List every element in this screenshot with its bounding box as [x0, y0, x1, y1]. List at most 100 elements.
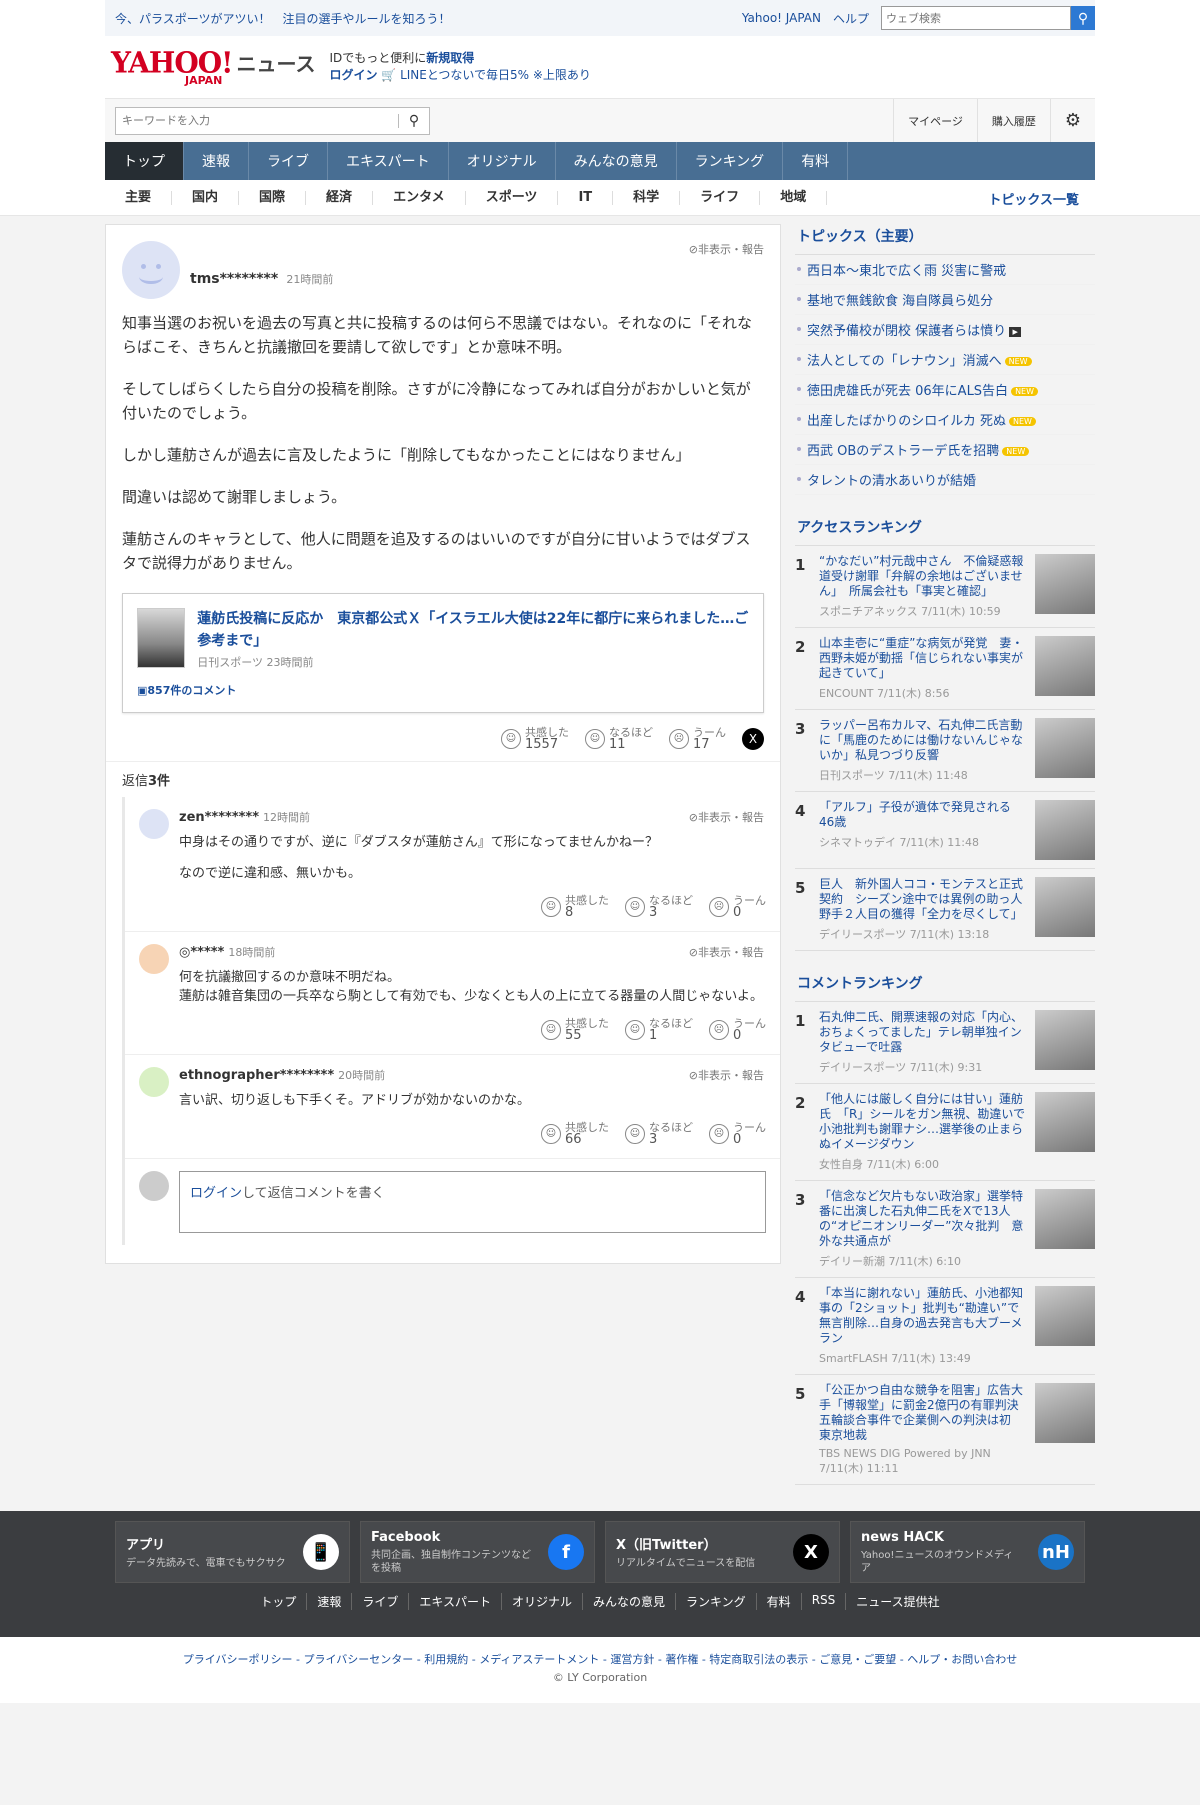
footer-link[interactable]: みんなの意見 [583, 1593, 677, 1610]
topic-item[interactable]: 徳田虎雄氏が死去 06年にALS告白 NEW [795, 375, 1095, 405]
hide-report-button[interactable]: ⊘非表示・報告 [689, 944, 764, 960]
yahoo-logo[interactable]: YAHOO! JAPAN [111, 47, 233, 85]
signup-link[interactable]: 新規取得 [426, 51, 474, 65]
search-icon[interactable]: ⚲ [399, 113, 429, 129]
help-link[interactable]: ヘルプ [833, 10, 869, 27]
tab-4[interactable]: オリジナル [449, 142, 556, 180]
x-share-icon[interactable]: X [742, 728, 764, 750]
tab-7[interactable]: 有料 [783, 142, 849, 180]
purchase-history-link[interactable]: 購入履歴 [976, 98, 1050, 143]
footer-link[interactable]: トップ [250, 1593, 308, 1610]
footer-app-card[interactable]: news HACK Yahoo!ニュースのオウンドメディア nH [850, 1521, 1085, 1583]
footer-link[interactable]: 速報 [307, 1593, 353, 1610]
ranking-item[interactable]: 2 山本圭壱に“重症”な病気が発覚 妻・西野未姫が動揺「信じられない事実が起きてい… [795, 628, 1095, 710]
reaction-nod-button[interactable]: ☺ なるほど 3 [625, 895, 693, 919]
article-title[interactable]: 蓮舫氏投稿に反応か 東京都公式Ｘ「イスラエル大使は22年に都庁に来られました…ご… [197, 608, 749, 652]
tab-3[interactable]: エキスパート [328, 142, 449, 180]
web-search-button[interactable]: ⚲ [1071, 6, 1095, 30]
rank-title[interactable]: 「アルフ」子役が遺体で発見される 46歳 [819, 800, 1027, 830]
tab-2[interactable]: ライブ [249, 142, 328, 180]
footer-link[interactable]: RSS [802, 1593, 847, 1610]
article-card[interactable]: 蓮舫氏投稿に反応か 東京都公式Ｘ「イスラエル大使は22年に都庁に来られました…ご… [122, 593, 764, 713]
ranking-item[interactable]: 4 「アルフ」子役が遺体で発見される 46歳 シネマトゥデイ 7/11(木) 11:… [795, 792, 1095, 869]
reply-user[interactable]: zen******** [179, 810, 259, 825]
comment-user[interactable]: tms******** [190, 271, 278, 287]
category-7[interactable]: 科学 [613, 191, 681, 205]
rank-title[interactable]: 「公正かつ自由な競争を阻害」広告大手「博報堂」に罰金2億円の有罪判決 五輪談合事… [819, 1383, 1031, 1443]
topic-item[interactable]: 出産したばかりのシロイルカ 死ぬ NEW [795, 405, 1095, 435]
ranking-item[interactable]: 3 「信念など欠片もない政治家」選挙特番に出演した石丸伸二氏をXで13人の“オピニ… [795, 1181, 1095, 1278]
category-9[interactable]: 地域 [760, 191, 828, 205]
reaction-nod-button[interactable]: ☺ なるほど 1 [625, 1018, 693, 1042]
tab-5[interactable]: みんなの意見 [556, 142, 677, 180]
article-comments-link[interactable]: ▣857件のコメント [137, 682, 749, 698]
reaction-hmm-button[interactable]: ☹ うーん 17 [669, 727, 726, 751]
footer-app-card[interactable]: X（旧Twitter） リアルタイムでニュースを配信 X [605, 1521, 840, 1583]
ranking-item[interactable]: 5 巨人 新外国人ココ・モンテスと正式契約 シーズン途中では異例の助っ人野手２人目… [795, 869, 1095, 951]
footer-link[interactable]: ニュース提供社 [846, 1593, 949, 1610]
footer-app-card[interactable]: アプリ データ先読みで、電車でもサクサク 📱 [115, 1521, 350, 1583]
news-label[interactable]: ニュース [236, 48, 315, 77]
ranking-item[interactable]: 3 ラッパー呂布カルマ、石丸伸二氏言動に「馬鹿のためには働けないんじゃないか」私見… [795, 710, 1095, 792]
footer-link[interactable]: ランキング [676, 1593, 757, 1610]
rank-title[interactable]: ラッパー呂布カルマ、石丸伸二氏言動に「馬鹿のためには働けないんじゃないか」私見つ… [819, 718, 1027, 763]
footer-link[interactable]: オリジナル [502, 1593, 584, 1610]
ranking-item[interactable]: 1 “かなだい”村元哉中さん 不倫疑惑報道受け謝罪「弁解の余地はございません」 所… [795, 546, 1095, 628]
rank-title[interactable]: 山本圭壱に“重症”な病気が発覚 妻・西野未姫が動揺「信じられない事実が起きていて… [819, 636, 1027, 681]
rank-title[interactable]: “かなだい”村元哉中さん 不倫疑惑報道受け謝罪「弁解の余地はございません」 所属… [819, 554, 1027, 599]
gear-icon[interactable]: ⚙ [1049, 98, 1095, 143]
reaction-empathy-button[interactable]: ☺ 共感した 1557 [501, 727, 569, 751]
category-0[interactable]: 主要 [105, 191, 173, 205]
category-6[interactable]: IT [558, 191, 614, 205]
reaction-empathy-button[interactable]: ☺ 共感した 8 [541, 895, 609, 919]
category-8[interactable]: ライフ [680, 191, 761, 205]
reaction-empathy-button[interactable]: ☺ 共感した 66 [541, 1122, 609, 1146]
category-3[interactable]: 経済 [306, 191, 374, 205]
hide-report-button[interactable]: ⊘非表示・報告 [689, 241, 764, 257]
category-2[interactable]: 国際 [239, 191, 307, 205]
topic-item[interactable]: 突然予備校が閉校 保護者らは憤り ▶ [795, 315, 1095, 345]
tab-6[interactable]: ランキング [677, 142, 784, 180]
promo-link[interactable]: 今、パラスポーツがアツい！ 注目の選手やルールを知ろう！ [115, 10, 451, 27]
ranking-item[interactable]: 2 「他人には厳しく自分には甘い」蓮舫氏 「R」シールをガン無視、勘違いで小池批判… [795, 1084, 1095, 1181]
ranking-item[interactable]: 5 「公正かつ自由な競争を阻害」広告大手「博報堂」に罰金2億円の有罪判決 五輪談合… [795, 1375, 1095, 1485]
tab-0[interactable]: トップ [105, 142, 184, 180]
legal-links[interactable]: プライバシーポリシー - プライバシーセンター - 利用規約 - メディアステー… [0, 1651, 1200, 1667]
footer-link[interactable]: 有料 [757, 1593, 802, 1610]
login-link[interactable]: ログイン [190, 1186, 242, 1201]
topic-item[interactable]: タレントの清水あいりが結婚 [795, 465, 1095, 495]
reaction-empathy-button[interactable]: ☺ 共感した 55 [541, 1018, 609, 1042]
reaction-hmm-button[interactable]: ☹ うーん 0 [709, 895, 766, 919]
line-link[interactable]: LINEとつないで毎日5% ※上限あり [400, 68, 591, 82]
tab-1[interactable]: 速報 [184, 142, 249, 180]
hide-report-button[interactable]: ⊘非表示・報告 [689, 1067, 764, 1083]
rank-title[interactable]: 巨人 新外国人ココ・モンテスと正式契約 シーズン途中では異例の助っ人野手２人目の… [819, 877, 1027, 922]
rank-title[interactable]: 「他人には厳しく自分には甘い」蓮舫氏 「R」シールをガン無視、勘違いで小池批判も… [819, 1092, 1027, 1152]
topic-item[interactable]: 法人としての「レナウン」消滅へ NEW [795, 345, 1095, 375]
yahoo-japan-link[interactable]: Yahoo! JAPAN [742, 11, 821, 25]
all-topics-link[interactable]: トピックス一覧 [988, 189, 1079, 208]
reply-user[interactable]: ◎***** [179, 945, 224, 960]
reaction-nod-button[interactable]: ☺ なるほど 11 [585, 727, 653, 751]
footer-app-card[interactable]: Facebook 共同企画、独自制作コンテンツなどを投稿 f [360, 1521, 595, 1583]
reply-input[interactable]: ログインして返信コメントを書く [179, 1171, 766, 1233]
footer-link[interactable]: ライブ [352, 1593, 410, 1610]
reply-user[interactable]: ethnographer******** [179, 1068, 334, 1083]
topic-item[interactable]: 西日本～東北で広く雨 災害に警戒 [795, 255, 1095, 285]
rank-title[interactable]: 「信念など欠片もない政治家」選挙特番に出演した石丸伸二氏をXで13人の“オピニオ… [819, 1189, 1027, 1249]
topic-item[interactable]: 西武 OBのデストラーデ氏を招聘 NEW [795, 435, 1095, 465]
reaction-hmm-button[interactable]: ☹ うーん 0 [709, 1018, 766, 1042]
reaction-nod-button[interactable]: ☺ なるほど 3 [625, 1122, 693, 1146]
rank-title[interactable]: 「本当に謝れない」蓮舫氏、小池都知事の「2ショット」批判も“勘違い”で無言削除…… [819, 1286, 1027, 1346]
category-1[interactable]: 国内 [172, 191, 240, 205]
hide-report-button[interactable]: ⊘非表示・報告 [689, 809, 764, 825]
topic-item[interactable]: 基地で無銭飲食 海自隊員ら処分 [795, 285, 1095, 315]
category-4[interactable]: エンタメ [373, 191, 466, 205]
login-link[interactable]: ログイン [329, 68, 377, 82]
ranking-item[interactable]: 1 石丸伸二氏、開票速報の対応「内心、おちょくってました」テレ朝単独インタビューで… [795, 1002, 1095, 1084]
mypage-link[interactable]: マイページ [893, 98, 977, 143]
keyword-search-input[interactable] [116, 107, 398, 134]
rank-title[interactable]: 石丸伸二氏、開票速報の対応「内心、おちょくってました」テレ朝単独インタビューで吐… [819, 1010, 1027, 1055]
reaction-hmm-button[interactable]: ☹ うーん 0 [709, 1122, 766, 1146]
web-search-input[interactable] [881, 6, 1071, 30]
